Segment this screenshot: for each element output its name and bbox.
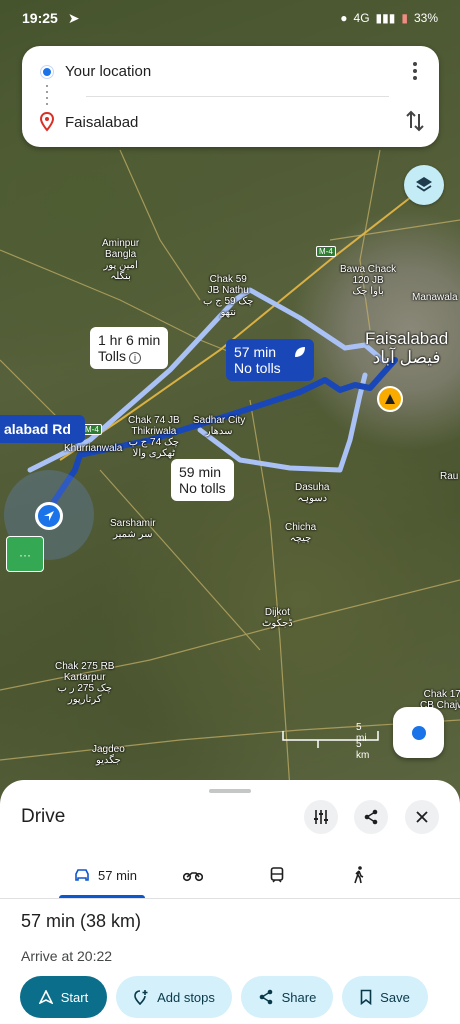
my-location-icon — [411, 725, 426, 740]
tab-drive[interactable]: 57 min — [74, 852, 137, 898]
place-sadhar-city: Sadhar City سدھار — [193, 415, 246, 437]
route-note: No tolls — [234, 360, 281, 376]
place-sarshamir: Sarshamir سر شمیر — [110, 518, 156, 540]
place-chak-275: Chak 275 RB Kartarpur چک 275 ر ب کرتارپو… — [55, 661, 115, 705]
tab-drive-label: 57 min — [98, 867, 138, 883]
map-overlay-chip[interactable]: ··· — [6, 536, 44, 572]
motorway-shield: M-4 — [316, 246, 336, 257]
tune-icon — [314, 810, 328, 824]
navigation-arrow-icon: ➤ — [67, 9, 80, 26]
close-button[interactable] — [405, 800, 439, 834]
location-status-icon: ● — [340, 11, 348, 25]
battery-icon: ▮ — [401, 11, 408, 25]
more-options-icon[interactable] — [405, 60, 425, 82]
route-time: 1 hr 6 min — [98, 332, 161, 348]
start-button[interactable]: Start — [20, 976, 107, 1018]
share-button[interactable]: Share — [241, 976, 333, 1018]
start-label: Start — [60, 989, 89, 1005]
road-work-icon[interactable] — [377, 386, 403, 412]
layers-button[interactable] — [404, 165, 444, 205]
route-alt-no-tolls-callout[interactable]: 59 min No tolls — [171, 459, 234, 501]
place-aminpur: Aminpur Bangla امین پور بنگلہ — [102, 238, 140, 282]
motorway-shield: M-4 — [82, 424, 102, 435]
status-bar: 19:25 ➤ ● 4G ▮▮▮ ▮ 33% — [0, 0, 460, 36]
add-stops-label: Add stops — [157, 989, 215, 1005]
route-main-callout[interactable]: 57 min No tolls — [226, 339, 315, 381]
swap-icon[interactable] — [405, 110, 425, 132]
place-chicha: Chicha چیچہ — [285, 522, 317, 544]
sheet-title: Drive — [21, 806, 66, 827]
current-location-marker — [35, 502, 63, 530]
battery-level: 33% — [413, 11, 438, 25]
route-note: No tolls — [179, 480, 226, 496]
scale-km: 5 km — [356, 739, 370, 761]
add-stops-button[interactable]: Add stops — [116, 976, 232, 1018]
add-location-icon — [134, 990, 148, 1005]
route-options-button[interactable] — [304, 800, 338, 834]
place-chak-74: Chak 74 JB Thikriwala چک 74 ج ب ٹھکری وا… — [128, 415, 180, 459]
info-icon: i — [129, 352, 142, 364]
place-khurrianwala: Khurrianwala — [64, 443, 123, 454]
destination-label: Faisalabad — [65, 113, 139, 131]
place-faisalabad: Faisalabad فیصل آباد — [365, 329, 449, 367]
status-time: 19:25 — [22, 10, 58, 26]
layers-icon — [416, 177, 432, 192]
place-manawala: Manawala — [412, 292, 458, 303]
signal-icon: ▮▮▮ — [375, 11, 396, 25]
route-note: Tolls — [98, 348, 127, 364]
sheet-drag-handle[interactable] — [209, 789, 251, 793]
walk-icon — [354, 866, 364, 884]
share-label: Share — [281, 989, 317, 1005]
car-icon — [75, 869, 89, 881]
origin-dot-icon — [41, 66, 53, 78]
navigation-icon — [38, 990, 53, 1004]
place-rau: Rau — [440, 471, 459, 482]
share-icon — [259, 989, 272, 1005]
place-dasuha: Dasuha دسوہہ — [295, 482, 330, 504]
arrival-time: Arrive at 20:22 — [21, 948, 113, 964]
destination-road-label: alabad Rd — [0, 415, 85, 443]
bookmark-icon — [360, 989, 372, 1005]
tab-walk[interactable] — [353, 852, 365, 898]
place-bawa-chack: Bawa Chack 120 JB باوا چک — [340, 264, 397, 297]
eco-leaf-icon — [295, 347, 306, 357]
route-duration: 57 min (38 km) — [21, 911, 142, 931]
save-label: Save — [380, 989, 410, 1005]
destination-field[interactable]: Faisalabad — [22, 97, 439, 147]
place-dijkot: Dijkot ڈجکوٹ — [262, 607, 293, 629]
origin-label: Your location — [65, 62, 152, 80]
share-route-button[interactable] — [354, 800, 388, 834]
motorbike-icon — [183, 872, 203, 882]
route-alt-tolls-callout[interactable]: 1 hr 6 min Tolls i — [90, 327, 169, 369]
share-icon — [364, 809, 378, 825]
destination-pin-icon — [40, 112, 54, 132]
my-location-button[interactable] — [393, 707, 444, 758]
route-time: 59 min — [179, 464, 222, 480]
directions-card: Your location Faisalabad — [22, 46, 439, 147]
close-icon — [416, 811, 428, 823]
save-button[interactable]: Save — [342, 976, 428, 1018]
travel-mode-tabs: 57 min — [0, 852, 460, 900]
place-chak-59: Chak 59 JB Nathu چک 59 ج ب نتھو — [203, 274, 254, 318]
directions-sheet: Drive 57 min 57 min (38 km) Arrive at 20… — [0, 780, 460, 1024]
network-type: 4G — [353, 11, 370, 25]
place-jagdeo: Jagdeo جگدیو — [92, 744, 125, 766]
tab-transit[interactable] — [270, 852, 284, 898]
origin-field[interactable]: Your location — [22, 46, 439, 96]
tab-motorbike[interactable] — [183, 852, 203, 898]
transit-icon — [270, 867, 284, 883]
route-time: 57 min — [234, 344, 277, 360]
